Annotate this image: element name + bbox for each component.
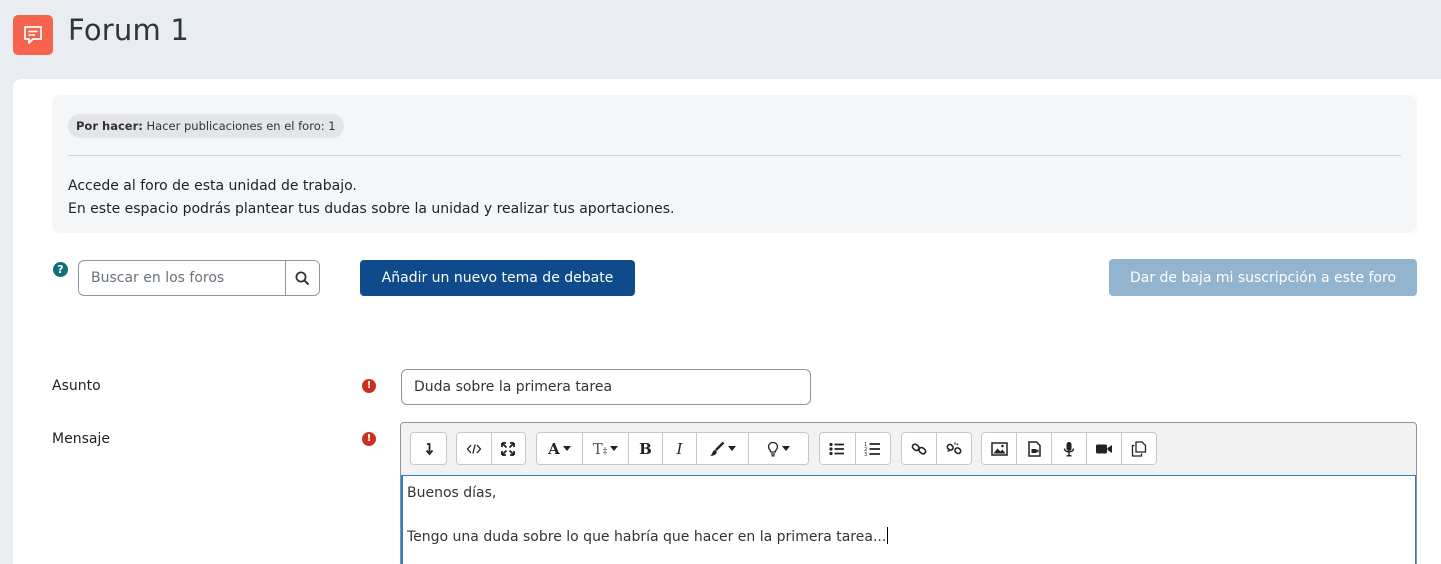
required-icon: ! bbox=[362, 379, 376, 393]
microphone-icon bbox=[1063, 441, 1075, 457]
bullet-list-icon bbox=[829, 442, 845, 455]
italic-button[interactable]: I bbox=[663, 433, 697, 464]
unsubscribe-button[interactable]: Dar de baja mi suscripción a este foro bbox=[1109, 259, 1417, 296]
message-editor: A T‡ B I 123 Buenos días, Tengo una duda… bbox=[400, 422, 1417, 564]
toolbar-group-format: A T‡ B I bbox=[536, 432, 809, 465]
insert-image-button[interactable] bbox=[982, 433, 1017, 464]
accessibility-button[interactable] bbox=[749, 433, 808, 464]
font-icon: A bbox=[548, 439, 560, 458]
link-icon bbox=[911, 442, 927, 455]
forum-search bbox=[78, 260, 320, 296]
toolbar-group-links bbox=[901, 432, 972, 465]
expand-icon bbox=[501, 441, 516, 456]
html-button[interactable] bbox=[457, 433, 492, 464]
page-title: Forum 1 bbox=[68, 13, 190, 47]
message-line-1: Buenos días, bbox=[407, 485, 497, 501]
collapse-icon bbox=[425, 442, 433, 455]
activity-info-box: Por hacer: Hacer publicaciones en el for… bbox=[52, 95, 1417, 233]
lightbulb-icon bbox=[767, 441, 779, 456]
editor-content[interactable]: Buenos días, Tengo una duda sobre lo que… bbox=[401, 475, 1416, 564]
description-line-2: En este espacio podrás plantear tus duda… bbox=[68, 201, 675, 217]
code-icon bbox=[466, 443, 482, 454]
toolbar-group-view bbox=[456, 432, 526, 465]
text-color-button[interactable] bbox=[697, 433, 749, 464]
file-media-icon bbox=[1027, 440, 1041, 457]
font-size-button[interactable]: T‡ bbox=[583, 433, 629, 464]
completion-text: Hacer publicaciones en el foro: 1 bbox=[146, 119, 336, 133]
message-line-2 bbox=[407, 504, 1411, 526]
font-size-icon: T‡ bbox=[592, 439, 608, 458]
manage-files-button[interactable] bbox=[1122, 433, 1156, 464]
search-input[interactable] bbox=[79, 261, 285, 295]
insert-media-button[interactable] bbox=[1017, 433, 1052, 464]
ordered-list-button[interactable]: 123 bbox=[855, 433, 890, 464]
unlink-button[interactable] bbox=[936, 433, 971, 464]
video-camera-icon bbox=[1096, 444, 1112, 453]
collapse-toolbar-button[interactable] bbox=[411, 433, 446, 464]
files-icon bbox=[1131, 440, 1147, 457]
link-button[interactable] bbox=[902, 433, 937, 464]
record-video-button[interactable] bbox=[1087, 433, 1122, 464]
toolbar-group-lists: 123 bbox=[819, 432, 891, 465]
image-icon bbox=[990, 441, 1008, 456]
brush-icon bbox=[710, 441, 725, 456]
text-cursor bbox=[887, 527, 889, 544]
toolbar-group-media bbox=[981, 432, 1157, 465]
fullscreen-button[interactable] bbox=[491, 433, 525, 464]
help-icon[interactable]: ? bbox=[53, 262, 68, 277]
unordered-list-button[interactable] bbox=[820, 433, 856, 464]
forum-icon bbox=[13, 15, 53, 55]
divider bbox=[68, 155, 1401, 156]
toolbar-group-collapse bbox=[410, 432, 447, 465]
add-discussion-button[interactable]: Añadir un nuevo tema de debate bbox=[360, 260, 635, 296]
page-header: Forum 1 bbox=[0, 0, 1441, 78]
required-icon: ! bbox=[362, 432, 376, 446]
completion-label: Por hacer: bbox=[76, 119, 143, 133]
completion-badge: Por hacer: Hacer publicaciones en el for… bbox=[68, 114, 344, 138]
search-icon bbox=[295, 271, 310, 285]
main-content: Por hacer: Hacer publicaciones en el for… bbox=[13, 79, 1441, 564]
bold-button[interactable]: B bbox=[629, 433, 663, 464]
bold-icon: B bbox=[639, 439, 652, 458]
forum-description: Accede al foro de esta unidad de trabajo… bbox=[68, 175, 674, 221]
search-button[interactable] bbox=[285, 261, 319, 295]
subject-label: Asunto bbox=[52, 378, 101, 394]
message-label: Mensaje bbox=[52, 431, 110, 447]
svg-text:3: 3 bbox=[864, 452, 867, 456]
font-family-button[interactable]: A bbox=[537, 433, 583, 464]
description-line-1: Accede al foro de esta unidad de trabajo… bbox=[68, 178, 357, 194]
subject-input[interactable] bbox=[401, 369, 811, 405]
numbered-list-icon: 123 bbox=[864, 442, 881, 456]
unlink-icon bbox=[946, 442, 962, 454]
italic-icon: I bbox=[676, 439, 683, 458]
record-audio-button[interactable] bbox=[1052, 433, 1087, 464]
message-line-3: Tengo una duda sobre lo que habría que h… bbox=[407, 529, 887, 545]
